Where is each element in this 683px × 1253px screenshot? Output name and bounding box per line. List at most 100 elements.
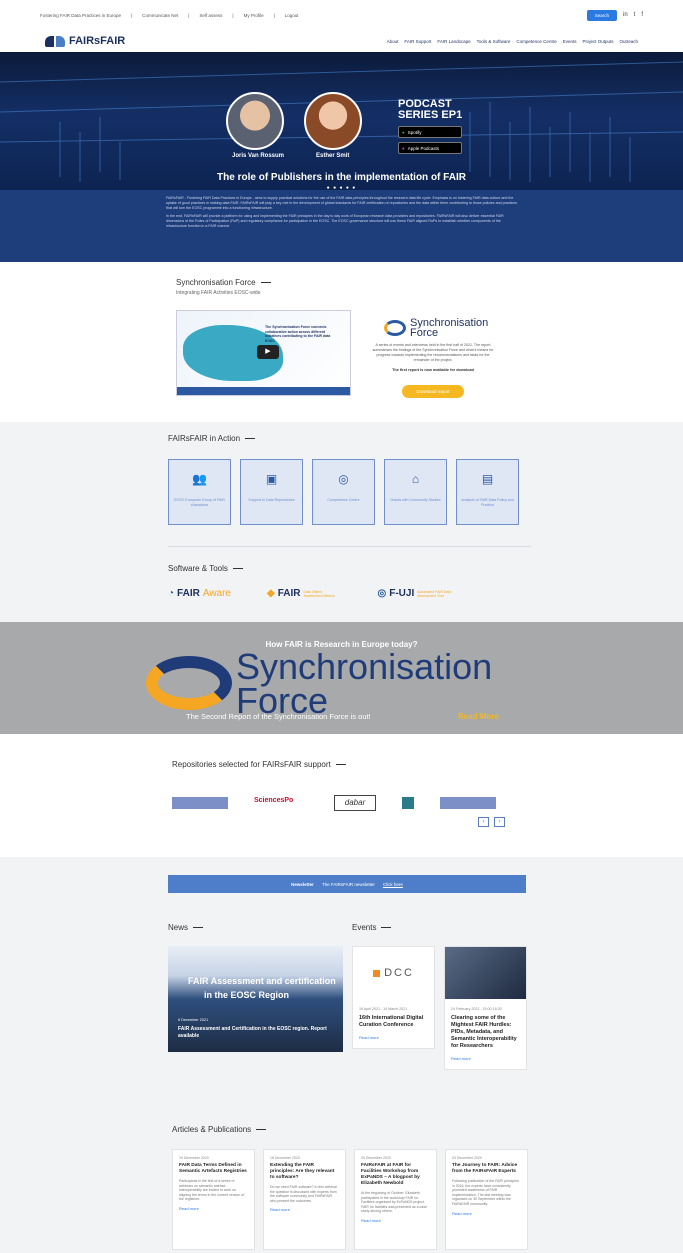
news-date: 6 December 2021 bbox=[178, 1018, 209, 1022]
video-player[interactable]: ▶ The Synchronisation Force connects col… bbox=[176, 310, 351, 396]
carousel-next-button[interactable]: › bbox=[494, 817, 505, 827]
play-icon[interactable]: ▶ bbox=[257, 345, 279, 359]
site-logo[interactable]: FAIRsFAIR bbox=[45, 35, 125, 47]
nav-item-tools[interactable]: Tools & Software bbox=[477, 39, 511, 44]
speaker-name-2: Esther Smit bbox=[316, 153, 350, 159]
portrait-esther bbox=[304, 92, 362, 150]
repository-logo-dabar[interactable]: dabar bbox=[334, 795, 376, 811]
repository-carousel: SciencesPo dabar bbox=[172, 795, 496, 811]
repositories-section: Repositories selected for FAIRsFAIR supp… bbox=[0, 734, 683, 830]
nav-item-outreach[interactable]: Outreach bbox=[619, 39, 638, 44]
articles-title: Articles & Publications bbox=[172, 1125, 266, 1134]
tool-f-uji[interactable]: ◎ F-UJI Automated FAIR Data Assessment T… bbox=[377, 588, 455, 599]
sync-arrows-icon bbox=[146, 656, 232, 710]
news-title: News bbox=[168, 923, 203, 932]
portrait-joris bbox=[226, 92, 284, 150]
podcast-icon: ● bbox=[402, 145, 405, 151]
utility-link-self-assess[interactable]: Self assess bbox=[199, 13, 222, 18]
fair-aware-icon: ◔ bbox=[168, 588, 175, 599]
newsletter-link[interactable]: Click here bbox=[383, 882, 403, 887]
article-card[interactable]: 09 December 2020 FAIRsFAIR at FAIR for F… bbox=[354, 1149, 437, 1250]
intro-paragraph-1: FAIRsFAIR - Fostering FAIR Data Practice… bbox=[166, 196, 517, 210]
article-read-more[interactable]: Read more bbox=[179, 1206, 248, 1211]
article-card[interactable]: 03 December 2020 The Journey to FAIR: Ad… bbox=[445, 1149, 528, 1250]
utility-link-logout[interactable]: Logout bbox=[285, 13, 299, 18]
utility-link-communicate[interactable]: Communicate Net bbox=[142, 13, 178, 18]
people-icon: 👥 bbox=[192, 472, 207, 486]
section-divider bbox=[168, 546, 531, 547]
spotify-badge[interactable]: ● Spotify bbox=[398, 126, 462, 138]
sync-force-banner[interactable]: How FAIR is Research in Europe today? Sy… bbox=[0, 622, 683, 734]
carousel-pager: ‹ › bbox=[478, 817, 505, 827]
podcast-heading: PODCAST SERIES EP1 bbox=[398, 98, 463, 121]
sync-report-note: The first report is now available for do… bbox=[392, 368, 474, 372]
nav-item-fair-landscape[interactable]: FAIR Landscape bbox=[437, 39, 470, 44]
tool-fair-metrics[interactable]: ◆ FAIR Data Object Assessment Metrics bbox=[267, 588, 341, 599]
repository-logo-1[interactable] bbox=[172, 797, 228, 809]
download-report-button[interactable]: Download report bbox=[402, 385, 464, 398]
article-card[interactable]: 18 December 2020 Extending the FAIR prin… bbox=[263, 1149, 346, 1250]
card-competence[interactable]: ◎ Competence Centre bbox=[312, 459, 375, 525]
intro-paragraph-2: In the end, FAIRsFAIR will provide a pla… bbox=[166, 214, 504, 228]
article-read-more[interactable]: Read more bbox=[361, 1218, 430, 1223]
news-feature[interactable]: FAIR Assessment and certification in the… bbox=[168, 946, 343, 1052]
article-read-more[interactable]: Read more bbox=[452, 1211, 521, 1216]
sync-force-description: A series of events and interviews held i… bbox=[372, 343, 494, 362]
card-community[interactable]: ⌂ Grants with Community Studies bbox=[384, 459, 447, 525]
event-card-dcc[interactable]: DCC 19 April 2021 - 19 March 2021 16th I… bbox=[352, 946, 435, 1049]
sync-force-section: Synchronisation Force Integrating FAIR A… bbox=[0, 262, 683, 422]
repository-logo-4[interactable] bbox=[402, 797, 414, 809]
intro-text: FAIRsFAIR - Fostering FAIR Data Practice… bbox=[0, 190, 683, 262]
spotify-icon: ● bbox=[402, 129, 405, 135]
sync-icon bbox=[384, 320, 406, 336]
dcc-logo: DCC bbox=[353, 947, 434, 999]
lower-content: Newsletter The FAIRsFAIR newsletter Clic… bbox=[0, 857, 683, 1253]
software-tools-title: Software & Tools bbox=[168, 564, 243, 573]
community-icon: ⌂ bbox=[411, 472, 420, 486]
search-button[interactable]: Search bbox=[586, 9, 617, 21]
article-read-more[interactable]: Read more bbox=[270, 1207, 339, 1212]
hero-slider[interactable]: Joris Van Rossum Esther Smit PODCAST SER… bbox=[0, 52, 683, 190]
nav-item-outputs[interactable]: Project Outputs bbox=[582, 39, 613, 44]
banner-read-more[interactable]: Read More bbox=[458, 712, 499, 721]
card-eosc-champions[interactable]: 👥 EOSC European Group of FAIR champions bbox=[168, 459, 231, 525]
video-controls-bar[interactable] bbox=[177, 387, 350, 395]
nav-item-events[interactable]: Events bbox=[563, 39, 577, 44]
linkedin-icon[interactable]: in bbox=[623, 12, 628, 18]
twitter-icon[interactable]: t bbox=[634, 12, 636, 18]
competence-icon: ◎ bbox=[338, 472, 349, 486]
sync-force-subtitle: Integrating FAIR Activities EOSC-wide bbox=[176, 290, 261, 296]
events-title: Events bbox=[352, 923, 391, 932]
utility-link-my-profile[interactable]: My Profile bbox=[244, 13, 264, 18]
facebook-icon[interactable]: f bbox=[641, 12, 643, 18]
event-read-more[interactable]: Read more bbox=[451, 1056, 520, 1061]
repository-icon: ▣ bbox=[265, 472, 278, 486]
logo-icon bbox=[45, 35, 65, 47]
webinar-image bbox=[445, 947, 526, 999]
slider-dots[interactable]: ● ● ● ● ● bbox=[0, 185, 683, 190]
utility-link-tagline[interactable]: Fostering FAIR Data Practices in Europe bbox=[40, 13, 121, 18]
carousel-prev-button[interactable]: ‹ bbox=[478, 817, 489, 827]
in-action-section: FAIRsFAIR in Action 👥 EOSC European Grou… bbox=[0, 422, 683, 622]
sync-force-logo: Synchronisation Force bbox=[384, 318, 488, 339]
card-repositories[interactable]: ▣ Support to Data Repositories bbox=[240, 459, 303, 525]
video-caption: The Synchronisation Force connects colla… bbox=[265, 325, 331, 343]
in-action-title: FAIRsFAIR in Action bbox=[168, 434, 683, 443]
nav-item-fair-support[interactable]: FAIR Support bbox=[404, 39, 431, 44]
utility-links: Fostering FAIR Data Practices in Europe |… bbox=[40, 12, 299, 18]
tool-fair-aware[interactable]: ◔ FAIR Aware bbox=[168, 588, 231, 599]
repository-logo-5[interactable] bbox=[440, 797, 496, 809]
article-card[interactable]: 19 December 2020 FAIR Data Terms Defined… bbox=[172, 1149, 255, 1250]
nav-item-about[interactable]: About bbox=[387, 39, 399, 44]
nav-item-competence[interactable]: Competence Centre bbox=[516, 39, 556, 44]
event-card-webinar[interactable]: 24 February 2021 - 15:00-16:30 Clearing … bbox=[444, 946, 527, 1070]
f-uji-icon: ◎ bbox=[377, 588, 387, 599]
news-headline: FAIR Assessment and Certification in the… bbox=[178, 1026, 327, 1039]
repository-logo-sciencespo[interactable]: SciencesPo bbox=[254, 797, 308, 809]
hero-title: The role of Publishers in the implementa… bbox=[217, 172, 466, 183]
apple-podcasts-badge[interactable]: ● Apple Podcasts bbox=[398, 142, 462, 154]
event-read-more[interactable]: Read more bbox=[359, 1035, 428, 1040]
repositories-title: Repositories selected for FAIRsFAIR supp… bbox=[172, 760, 683, 769]
fair-metrics-icon: ◆ bbox=[267, 588, 275, 599]
card-policy[interactable]: ▤ Analysis of FAIR Data Policy and Pract… bbox=[456, 459, 519, 525]
